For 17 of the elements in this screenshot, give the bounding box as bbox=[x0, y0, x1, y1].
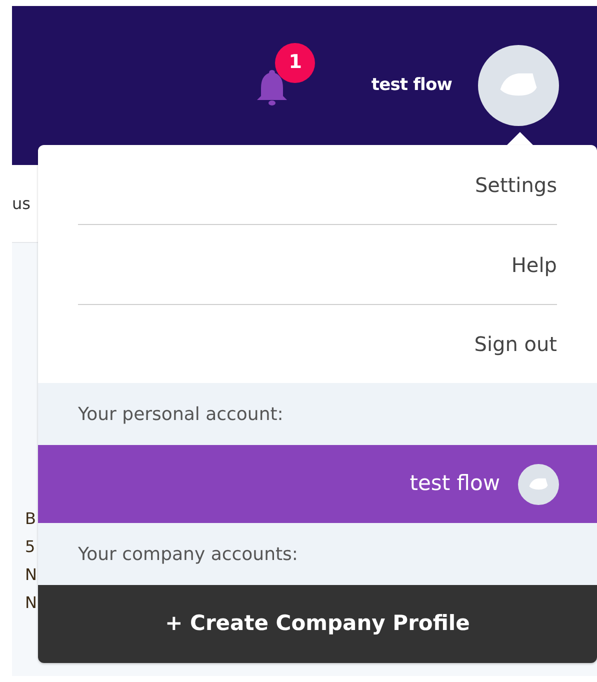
section-heading: Your personal account: bbox=[78, 402, 284, 426]
account-name: test flow bbox=[410, 470, 500, 498]
section-heading: Your company accounts: bbox=[78, 542, 298, 566]
menu-item[interactable]: Settings bbox=[474, 170, 557, 200]
menu-item[interactable]: Sign out bbox=[474, 329, 557, 359]
menu-item[interactable]: Help bbox=[511, 250, 557, 280]
text-fragment: B bbox=[25, 508, 36, 530]
create-company-button[interactable]: + Create Company Profile bbox=[38, 585, 597, 663]
text-fragment: N bbox=[25, 564, 37, 586]
text-fragment: N bbox=[25, 592, 37, 614]
avatar-icon bbox=[518, 464, 559, 504]
avatar-icon bbox=[478, 45, 559, 126]
user-name[interactable]: test flow bbox=[371, 72, 452, 98]
notification-count: 1 bbox=[275, 42, 316, 82]
text-fragment: 5 bbox=[25, 536, 36, 558]
tab-label: us bbox=[12, 192, 30, 214]
account-row[interactable]: test flow bbox=[38, 445, 597, 523]
